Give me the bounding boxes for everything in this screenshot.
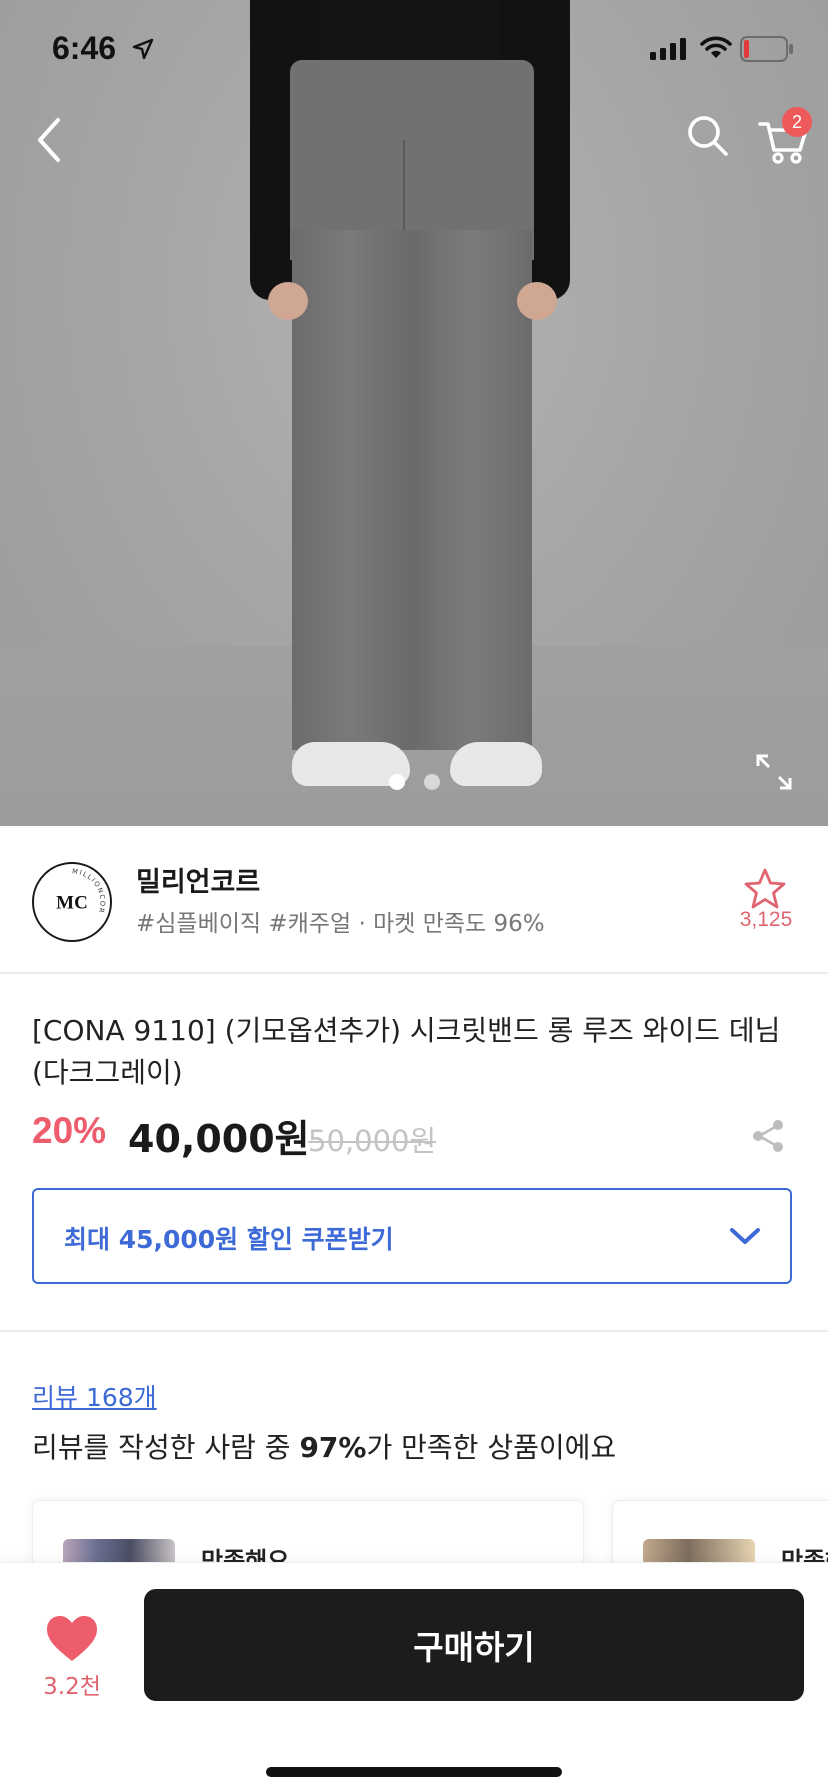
photo-jeans-fly <box>403 140 423 230</box>
cellular-signal-icon <box>650 38 686 60</box>
review-count-link[interactable]: 리뷰 168개 <box>32 1378 157 1414</box>
carousel-dot-active[interactable] <box>389 774 405 790</box>
photo-shoe-right <box>450 742 542 786</box>
status-bar: 6:46 <box>0 0 828 96</box>
like-count: 3.2천 <box>43 1674 101 1700</box>
photo-jeans-leg-right <box>410 230 532 750</box>
star-icon[interactable] <box>742 866 788 912</box>
buy-button[interactable]: 구매하기 <box>144 1589 804 1701</box>
photo-jeans-leg-left <box>292 230 412 750</box>
shop-logo[interactable]: MILLIONCOR MC <box>32 862 112 942</box>
coupon-label: 최대 45,000원 할인 쿠폰받기 <box>64 1225 394 1254</box>
sale-price: 40,000원 <box>128 1117 310 1161</box>
battery-icon <box>740 36 793 62</box>
review-summary: 리뷰를 작성한 사람 중 97%가 만족한 상품이에요 <box>32 1426 616 1466</box>
review-summary-suffix: 가 만족한 상품이에요 <box>366 1431 617 1464</box>
bottom-action-bar: 3.2천 구매하기 <box>0 1562 828 1792</box>
location-arrow-icon <box>132 38 154 60</box>
shop-logo-initials: MC <box>56 893 88 914</box>
home-indicator <box>266 1767 562 1777</box>
section-divider <box>0 1330 828 1332</box>
photo-hand-left <box>268 282 308 320</box>
wifi-icon <box>700 36 732 58</box>
discount-rate: 20% <box>32 1110 107 1151</box>
shop-tags: #심플베이직 #캐주얼 · 마켓 만족도 96% <box>136 911 545 937</box>
review-summary-percent: 97% <box>299 1431 367 1464</box>
search-icon[interactable] <box>684 112 732 160</box>
carousel-dot[interactable] <box>424 774 440 790</box>
cart-count-badge: 2 <box>782 107 812 137</box>
product-title: [CONA 9110] (기모옵션추가) 시크릿밴드 롱 루즈 와이드 데님 (… <box>32 1014 781 1089</box>
heart-icon[interactable] <box>44 1613 100 1665</box>
back-button[interactable] <box>28 110 76 170</box>
photo-hand-right <box>517 282 557 320</box>
review-summary-prefix: 리뷰를 작성한 사람 중 <box>32 1431 300 1464</box>
shop-favorite-count: 3,125 <box>739 908 793 931</box>
expand-fullscreen-icon[interactable] <box>754 752 794 792</box>
chevron-down-icon <box>730 1228 760 1244</box>
status-time: 6:46 <box>52 30 117 66</box>
share-icon[interactable] <box>748 1116 788 1156</box>
shop-row[interactable]: MILLIONCOR MC 밀리언코르 #심플베이직 #캐주얼 · 마켓 만족도… <box>0 826 828 974</box>
product-image-carousel[interactable]: 6:46 2 <box>0 0 828 826</box>
shop-name[interactable]: 밀리언코르 <box>136 860 260 899</box>
original-price: 50,000원 <box>308 1124 437 1158</box>
coupon-button[interactable]: 최대 45,000원 할인 쿠폰받기 <box>32 1188 792 1284</box>
